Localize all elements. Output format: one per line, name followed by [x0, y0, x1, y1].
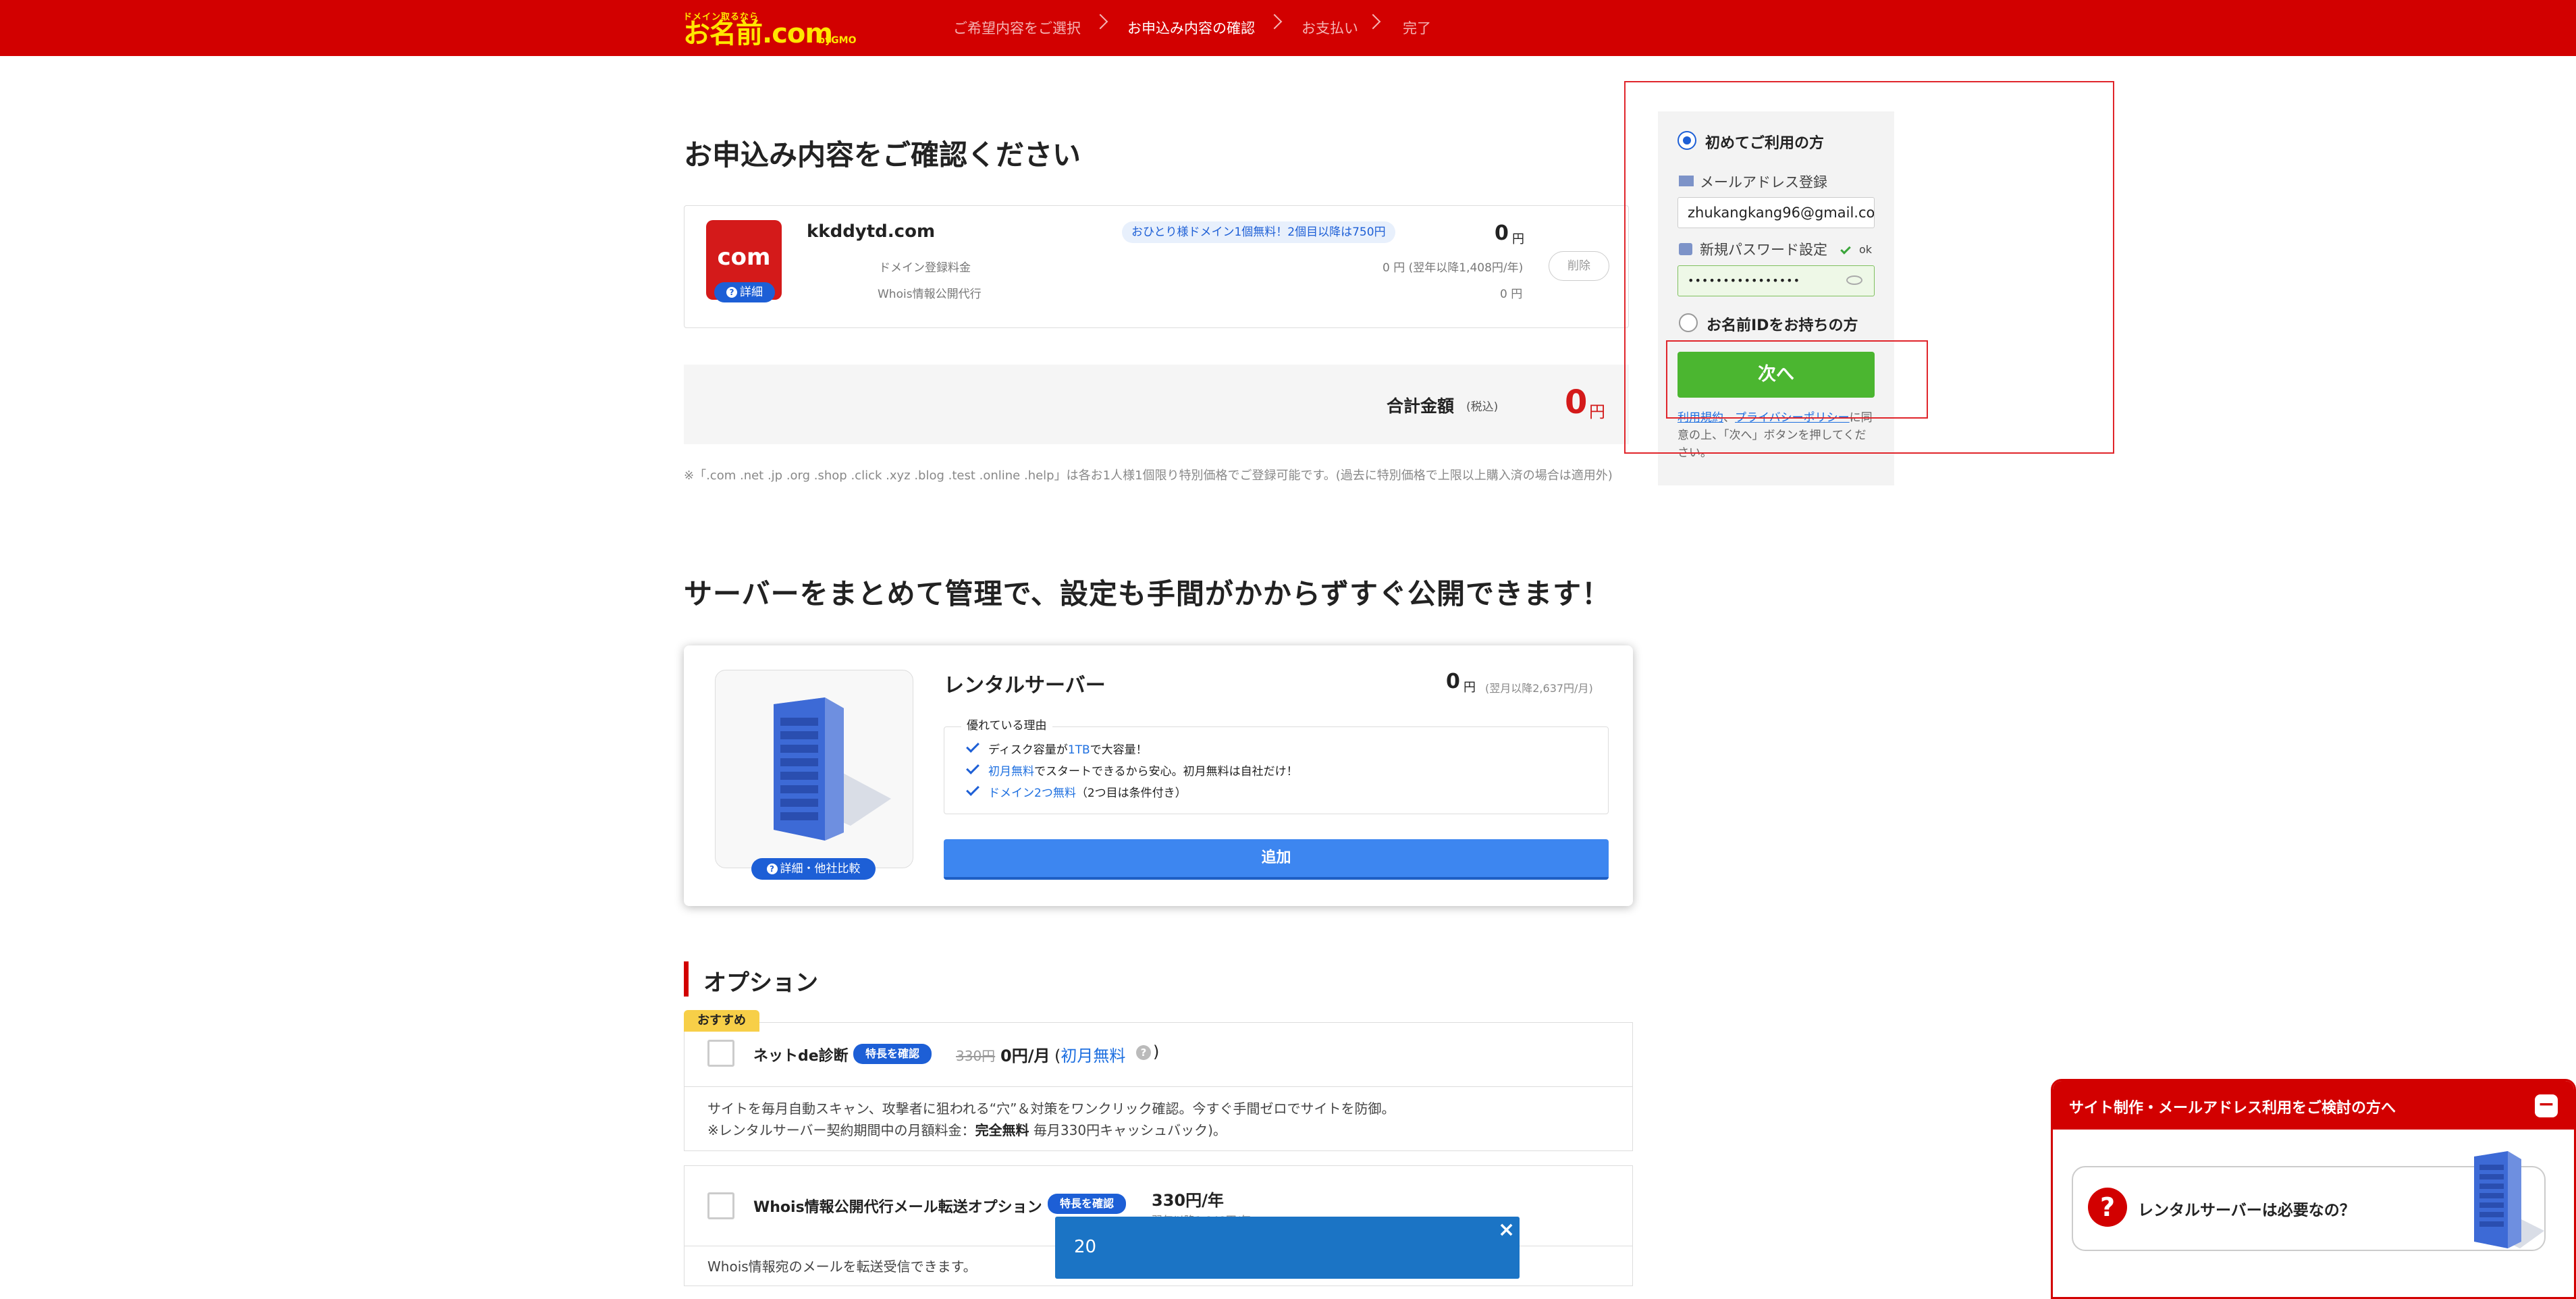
toast-text: 20 — [1074, 1237, 1097, 1257]
total-tax-note: (税込) — [1466, 400, 1499, 414]
option-1-price: 0円/月 — [1000, 1046, 1050, 1065]
option-2-checkbox[interactable] — [707, 1192, 734, 1219]
section-marker — [684, 961, 689, 997]
whois-value: 0 円 — [1500, 288, 1523, 301]
free-open: ( — [1054, 1046, 1061, 1065]
site-header: ドメイン取るなら お名前.com byGMO ご希望内容をご選択 お申込み内容の… — [0, 0, 2576, 56]
add-server-button[interactable]: 追加 — [944, 839, 1609, 880]
domain-name: kkddytd.com — [807, 221, 936, 242]
desc2-b: 完全無料 — [975, 1122, 1029, 1138]
tld-note: ※「.com .net .jp .org .shop .click .xyz .… — [684, 469, 1613, 483]
option-1-name: ネットde診断 — [753, 1048, 849, 1065]
reason-2: 初月無料でスタートできるから安心。初月無料は自社だけ！ — [988, 762, 1298, 778]
server-detail-label: 詳細・他社比較 — [780, 862, 861, 876]
server-rack-icon — [774, 697, 891, 841]
total-unit: 円 — [1589, 402, 1605, 421]
reason-1-c: で大容量！ — [1090, 743, 1148, 757]
server-price: 0 — [1446, 670, 1460, 693]
reason-1-a: ディスク容量が — [988, 743, 1068, 757]
domain-price: 0 — [1495, 221, 1509, 245]
step-select: ご希望内容をご選択 — [953, 20, 1081, 36]
server-detail-compare-button[interactable]: ? 詳細・他社比較 — [751, 858, 876, 880]
server-price-unit: 円 — [1464, 681, 1476, 695]
chevron-right-icon — [1266, 14, 1283, 30]
help-icon[interactable]: ? — [1136, 1045, 1151, 1060]
notification-toast: 20 × — [1055, 1217, 1520, 1279]
option-1-body — [684, 1086, 1633, 1151]
free-text: 初月無料 — [1061, 1046, 1126, 1065]
step-confirm: お申込み内容の確認 — [1127, 20, 1255, 36]
reason-1: ディスク容量が1TBで大容量！ — [988, 740, 1148, 757]
option-2-price: 330円/年 — [1152, 1191, 1224, 1210]
question-icon: ? — [2088, 1188, 2127, 1227]
reason-1-b: 1TB — [1067, 743, 1090, 757]
question-icon: ? — [766, 864, 778, 874]
fee-label: ドメイン登録料金 — [879, 261, 971, 275]
recommend-badge: おすすめ — [684, 1010, 759, 1032]
desc2-a: ※レンタルサーバー契約期間中の月額料金： — [707, 1122, 975, 1138]
delete-button[interactable]: 削除 — [1549, 251, 1609, 281]
chat-question-card[interactable]: ? レンタルサーバーは必要なの？ — [2072, 1151, 2546, 1251]
option-2-desc: Whois情報宛のメールを転送受信できます。 — [707, 1258, 977, 1275]
reasons-title: 優れている理由 — [961, 716, 1052, 733]
logo-gmo: byGMO — [818, 35, 857, 46]
step-complete: 完了 — [1403, 20, 1431, 36]
question-icon: ? — [726, 287, 737, 298]
chevron-right-icon — [1365, 14, 1381, 30]
option-2-feature-tag[interactable]: 特長を確認 — [1048, 1194, 1126, 1214]
option-1-checkbox[interactable] — [707, 1040, 734, 1067]
total-label: 合計金額 — [1387, 396, 1455, 416]
option-1-desc-1: サイトを毎月自動スキャン、攻撃者に狙われる“穴”＆対策をワンクリック確認。今すぐ… — [707, 1101, 1395, 1117]
option-2-name: Whois情報公開代行メール転送オプション — [753, 1199, 1042, 1216]
logo-wordmark: お名前.com — [683, 18, 833, 49]
desc2-c: 毎月330円キャッシュバック)。 — [1029, 1122, 1227, 1138]
option-1-price-old: 330円 — [956, 1048, 996, 1064]
reason-3: ドメイン2つ無料（2つ目は条件付き） — [988, 783, 1187, 800]
step-payment: お支払い — [1302, 20, 1358, 36]
fee-value: 0 円 (翌年以降1,408円/年) — [1383, 261, 1524, 275]
onamae-logo[interactable]: ドメイン取るなら お名前.com byGMO — [683, 9, 859, 49]
option-1-desc-2: ※レンタルサーバー契約期間中の月額料金：完全無料 毎月330円キャッシュバック)… — [707, 1119, 1227, 1139]
domain-detail-button[interactable]: ? 詳細 — [714, 282, 775, 302]
free-close: ) — [1153, 1042, 1160, 1061]
domain-price-unit: 円 — [1512, 232, 1524, 246]
option-1-free: (初月無料 — [1054, 1042, 1125, 1066]
toast-close-icon[interactable]: × — [1498, 1218, 1515, 1242]
server-rack-icon — [2474, 1151, 2544, 1248]
chat-title: サイト制作・メールアドレス利用をご検討の方へ — [2069, 1100, 2396, 1117]
chat-question: レンタルサーバーは必要なの？ — [2138, 1202, 2355, 1219]
highlight-box-next — [1666, 340, 1928, 419]
server-section-title: サーバーをまとめて管理で、設定も手間がかからずすぐ公開できます！ — [684, 577, 1611, 610]
server-name: レンタルサーバー — [944, 674, 1106, 697]
chevron-right-icon — [1092, 14, 1108, 30]
page-title: お申込み内容をご確認ください — [684, 138, 1081, 171]
server-image — [715, 670, 913, 868]
minimize-icon[interactable]: − — [2535, 1094, 2558, 1117]
reason-2-a: 初月無料 — [988, 765, 1034, 778]
option-1-feature-tag[interactable]: 特長を確認 — [853, 1044, 932, 1064]
reason-2-b: でスタートできるから安心。初月無料は自社だけ！ — [1034, 765, 1298, 778]
whois-label: Whois情報公開代行 — [878, 288, 982, 301]
options-title: オプション — [703, 970, 818, 997]
chat-header[interactable]: サイト制作・メールアドレス利用をご検討の方へ − — [2053, 1081, 2574, 1130]
campaign-badge: おひとり様ドメイン1個無料！2個目以降は750円 — [1122, 221, 1395, 243]
reason-3-b: （2つ目は条件付き） — [1075, 787, 1187, 800]
domain-detail-label: 詳細 — [740, 286, 763, 299]
server-price-note: (翌月以降2,637円/月) — [1485, 682, 1593, 695]
reason-3-a: ドメイン2つ無料 — [988, 787, 1076, 800]
total-amount: 0 — [1565, 383, 1588, 421]
help-chat-widget: サイト制作・メールアドレス利用をご検討の方へ − ? レンタルサーバーは必要なの… — [2051, 1079, 2576, 1299]
